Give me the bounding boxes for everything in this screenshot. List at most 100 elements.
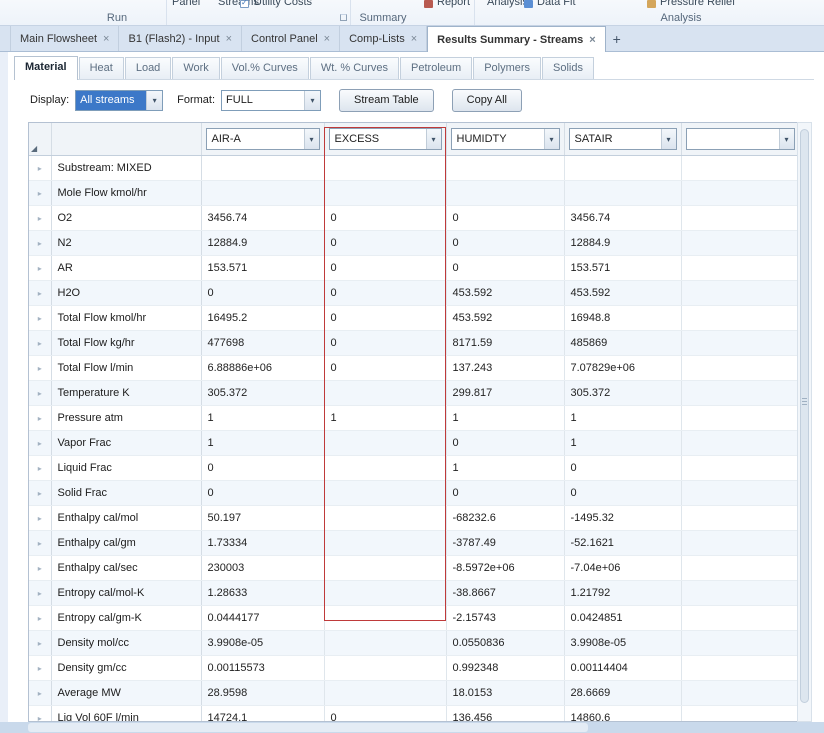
table-cell[interactable]: 1 [564, 430, 682, 456]
ribbon-button-analysis[interactable]: Analysis [487, 0, 528, 11]
row-selector[interactable]: ▸ [29, 380, 52, 406]
table-cell[interactable]: -2.15743 [446, 605, 565, 631]
table-cell[interactable]: 0.00115573 [201, 655, 325, 681]
table-cell[interactable]: 0 [564, 455, 682, 481]
tab-comp-lists[interactable]: Comp-Lists × [340, 26, 428, 51]
table-cell[interactable] [324, 155, 447, 181]
ribbon-button-report[interactable]: Report [437, 0, 470, 11]
table-cell[interactable]: 6.88886e+06 [201, 355, 325, 381]
table-cell[interactable] [201, 180, 325, 206]
select-all-corner[interactable]: ◢ [29, 123, 52, 156]
table-cell[interactable]: 1 [446, 405, 565, 431]
table-cell[interactable]: 14724.1 [201, 705, 325, 721]
table-cell[interactable]: 305.372 [564, 380, 682, 406]
table-cell[interactable]: 1 [324, 405, 447, 431]
table-cell[interactable] [324, 580, 447, 606]
table-cell[interactable]: 477698 [201, 330, 325, 356]
table-cell[interactable]: 0 [324, 705, 447, 721]
tab-solids[interactable]: Solids [542, 57, 594, 79]
table-cell[interactable]: 14860.6 [564, 705, 682, 721]
table-cell[interactable]: 18.0153 [446, 680, 565, 706]
table-cell[interactable]: 453.592 [446, 305, 565, 331]
checkbox-icon[interactable] [240, 0, 249, 8]
table-cell[interactable] [681, 655, 797, 681]
table-cell[interactable] [564, 180, 682, 206]
table-cell[interactable]: 0 [201, 280, 325, 306]
table-cell[interactable]: 0 [201, 480, 325, 506]
close-icon[interactable]: × [226, 33, 232, 45]
table-cell[interactable]: 0 [201, 455, 325, 481]
table-cell[interactable] [681, 380, 797, 406]
table-cell[interactable]: 0.992348 [446, 655, 565, 681]
table-cell[interactable]: 0 [446, 255, 565, 281]
table-cell[interactable]: 3.9908e-05 [201, 630, 325, 656]
table-cell[interactable]: 7.07829e+06 [564, 355, 682, 381]
table-cell[interactable]: 305.372 [201, 380, 325, 406]
table-cell[interactable]: 0 [446, 430, 565, 456]
close-icon[interactable]: × [589, 34, 595, 46]
table-cell[interactable]: 485869 [564, 330, 682, 356]
table-cell[interactable]: 0 [446, 230, 565, 256]
table-cell[interactable]: 0 [446, 205, 565, 231]
table-cell[interactable]: -1495.32 [564, 505, 682, 531]
table-cell[interactable] [681, 630, 797, 656]
chevron-down-icon[interactable]: ▾ [425, 129, 441, 149]
display-select[interactable]: All streams ▾ [75, 89, 164, 111]
table-cell[interactable]: 0.0424851 [564, 605, 682, 631]
table-cell[interactable]: 136.456 [446, 705, 565, 721]
table-cell[interactable]: 0 [564, 480, 682, 506]
table-cell[interactable]: 0 [324, 255, 447, 281]
table-cell[interactable]: 0 [324, 330, 447, 356]
vertical-scrollbar[interactable] [797, 122, 812, 722]
row-selector[interactable]: ▸ [29, 355, 52, 381]
table-cell[interactable] [681, 555, 797, 581]
tab-vol-percent-curves[interactable]: Vol.% Curves [220, 57, 309, 79]
table-cell[interactable]: 0 [446, 480, 565, 506]
ribbon-button-pressure-relief[interactable]: Pressure Relief [660, 0, 735, 11]
table-cell[interactable]: -3787.49 [446, 530, 565, 556]
table-cell[interactable] [324, 430, 447, 456]
chevron-down-icon[interactable]: ▾ [543, 129, 559, 149]
row-selector[interactable]: ▸ [29, 430, 52, 456]
row-selector[interactable]: ▸ [29, 255, 52, 281]
table-cell[interactable]: 230003 [201, 555, 325, 581]
table-cell[interactable] [681, 305, 797, 331]
table-cell[interactable]: 0 [324, 305, 447, 331]
tab-load[interactable]: Load [124, 57, 172, 79]
row-selector[interactable]: ▸ [29, 180, 52, 206]
table-cell[interactable] [681, 430, 797, 456]
table-cell[interactable] [681, 505, 797, 531]
table-cell[interactable]: 28.6669 [564, 680, 682, 706]
horizontal-scrollbar[interactable] [0, 722, 824, 733]
stream-column-combo[interactable]: SATAIR ▾ [568, 128, 677, 150]
table-cell[interactable]: 16495.2 [201, 305, 325, 331]
chevron-down-icon[interactable]: ▾ [303, 129, 319, 149]
row-selector[interactable]: ▸ [29, 155, 52, 181]
tab-results-summary-streams[interactable]: Results Summary - Streams × [427, 26, 606, 52]
ribbon-button-panel[interactable]: Panel [172, 0, 200, 11]
tab-main-flowsheet[interactable]: Main Flowsheet × [10, 26, 120, 51]
table-cell[interactable]: 153.571 [564, 255, 682, 281]
row-selector[interactable]: ▸ [29, 280, 52, 306]
tab-heat[interactable]: Heat [78, 57, 124, 79]
stream-column-combo[interactable]: EXCESS ▾ [328, 128, 442, 150]
close-icon[interactable]: × [103, 33, 109, 45]
table-cell[interactable]: -8.5972e+06 [446, 555, 565, 581]
table-cell[interactable] [681, 580, 797, 606]
table-cell[interactable] [324, 180, 447, 206]
horizontal-scrollbar-thumb[interactable] [28, 723, 588, 732]
row-selector[interactable]: ▸ [29, 205, 52, 231]
table-cell[interactable]: 12884.9 [201, 230, 325, 256]
stream-column-combo[interactable]: AIR-A ▾ [205, 128, 320, 150]
table-cell[interactable] [324, 380, 447, 406]
table-cell[interactable] [681, 205, 797, 231]
table-cell[interactable] [681, 255, 797, 281]
table-cell[interactable] [681, 180, 797, 206]
table-cell[interactable] [681, 680, 797, 706]
table-cell[interactable] [681, 155, 797, 181]
table-cell[interactable]: 12884.9 [564, 230, 682, 256]
vertical-scrollbar-thumb[interactable] [800, 129, 809, 703]
table-cell[interactable] [446, 180, 565, 206]
row-selector[interactable]: ▸ [29, 505, 52, 531]
table-cell[interactable]: 1.28633 [201, 580, 325, 606]
